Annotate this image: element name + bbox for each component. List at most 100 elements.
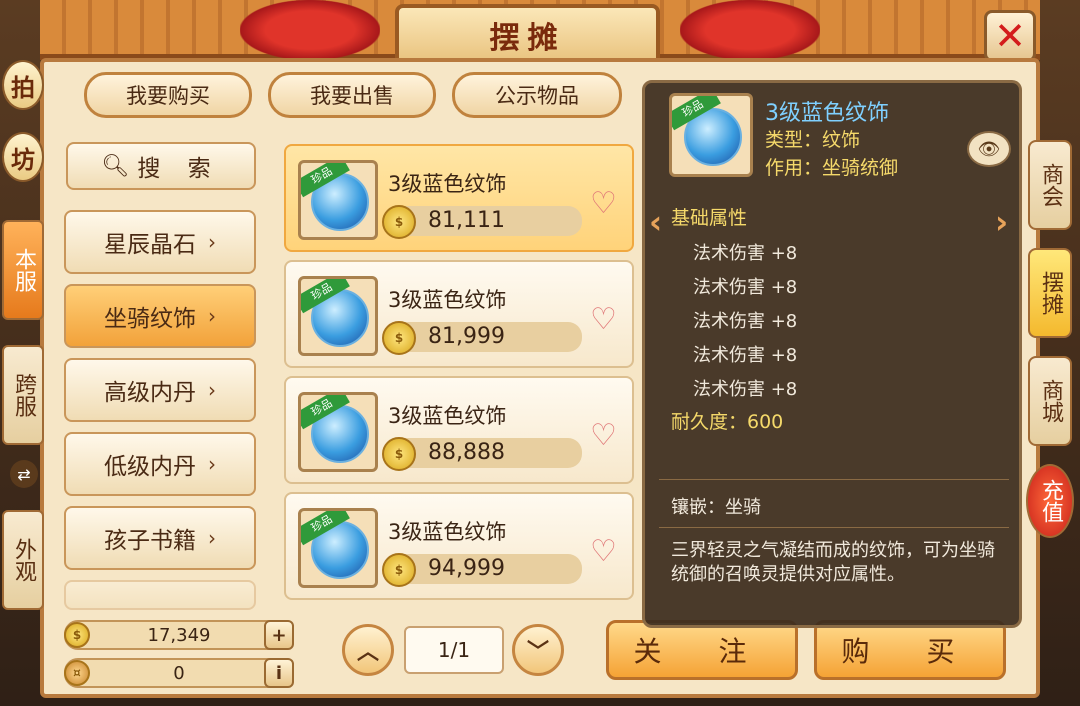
- category-item[interactable]: 孩子书籍 ›: [64, 506, 256, 570]
- tab-sell[interactable]: 我要出售: [268, 72, 436, 118]
- gold-coin-icon: $: [64, 622, 90, 648]
- heart-icon[interactable]: ♡: [590, 302, 617, 337]
- listing-card[interactable]: 珍品 3级蓝色纹饰 $81,999 ♡: [284, 260, 634, 368]
- item-price: 81,999: [428, 324, 505, 349]
- page-indicator: 1/1: [404, 626, 504, 674]
- category-item[interactable]: 低级内丹 ›: [64, 432, 256, 496]
- tab-auction-1[interactable]: 拍: [2, 60, 44, 110]
- tab-guild-shop[interactable]: 商会: [1028, 140, 1072, 230]
- chevron-right-icon[interactable]: ›: [995, 203, 1008, 241]
- close-button[interactable]: ✕: [984, 10, 1036, 62]
- silver-balance: 0: [64, 658, 294, 688]
- ribbon-right-decoration: [680, 0, 820, 60]
- category-label: 高级内丹: [104, 380, 196, 406]
- search-button[interactable]: 🔍︎ 搜 索: [66, 142, 256, 190]
- tab-mall-label: 商城: [1038, 379, 1063, 423]
- base-attributes-heading: 基础属性: [671, 207, 748, 229]
- category-item[interactable]: 星辰晶石 ›: [64, 210, 256, 274]
- chevron-down-icon: ﹀: [526, 640, 549, 665]
- tab-recharge[interactable]: 充值: [1026, 464, 1074, 538]
- divider: [659, 479, 1009, 480]
- attribute-line: 法术伤害 +8: [693, 379, 798, 400]
- chevron-right-icon: ›: [208, 526, 216, 550]
- search-icon: 🔍︎: [101, 153, 130, 179]
- category-item-active[interactable]: 坐骑纹饰 ›: [64, 284, 256, 348]
- attribute-line: 法术伤害 +8: [693, 243, 798, 264]
- chevron-right-icon: ›: [208, 378, 216, 402]
- chevron-up-icon: ︿: [356, 640, 379, 665]
- tab-appearance-label: 外观: [11, 538, 36, 582]
- buy-button[interactable]: 购 买: [814, 620, 1006, 680]
- listing-card[interactable]: 珍品 3级蓝色纹饰 $81,111 ♡: [284, 144, 634, 252]
- tooltip-item-type: 类型：纹饰: [765, 129, 861, 151]
- category-item[interactable]: 高级内丹 ›: [64, 358, 256, 422]
- gold-coin-icon: $: [382, 205, 416, 239]
- search-label: 搜 索: [137, 156, 221, 182]
- category-label: 坐骑纹饰: [104, 306, 196, 332]
- chevron-right-icon: ›: [208, 304, 216, 328]
- page-up-button[interactable]: ︿: [342, 624, 394, 676]
- category-label: 低级内丹: [104, 454, 196, 480]
- heart-icon[interactable]: ♡: [590, 534, 617, 569]
- item-tooltip: 珍品 3级蓝色纹饰 类型：纹饰 作用：坐骑统御 👁︎ ‹ › 基础属性 法术伤害…: [642, 80, 1022, 628]
- price-bar: $81,111: [382, 205, 582, 239]
- gold-balance: 17,349: [64, 620, 294, 650]
- tab-auction-2[interactable]: 坊: [2, 132, 44, 182]
- category-item-partial[interactable]: [64, 580, 256, 610]
- item-icon: 珍品: [298, 160, 378, 240]
- ribbon-left-decoration: [240, 0, 380, 60]
- silver-coin-icon: ¤: [64, 660, 90, 686]
- close-icon: ✕: [994, 14, 1026, 58]
- tab-server-cross[interactable]: 跨服: [2, 345, 44, 445]
- attribute-line: 法术伤害 +8: [693, 345, 798, 366]
- tab-stall[interactable]: 摆摊: [1028, 248, 1072, 338]
- listing-card[interactable]: 珍品 3级蓝色纹饰 $88,888 ♡: [284, 376, 634, 484]
- attribute-line: 法术伤害 +8: [693, 277, 798, 298]
- tab-buy[interactable]: 我要购买: [84, 72, 252, 118]
- item-name: 3级蓝色纹饰: [388, 288, 507, 312]
- item-name: 3级蓝色纹饰: [388, 520, 507, 544]
- gold-coin-icon: $: [382, 321, 416, 355]
- divider: [659, 527, 1009, 528]
- listing-card[interactable]: 珍品 3级蓝色纹饰 $94,999 ♡: [284, 492, 634, 600]
- item-price: 81,111: [428, 208, 505, 233]
- tooltip-item-icon: 珍品: [669, 93, 753, 177]
- page-down-button[interactable]: ﹀: [512, 624, 564, 676]
- tab-appearance[interactable]: 外观: [2, 510, 44, 610]
- item-price: 94,999: [428, 556, 505, 581]
- item-icon: 珍品: [298, 276, 378, 356]
- price-bar: $81,999: [382, 321, 582, 355]
- swap-icon[interactable]: ⇄: [10, 460, 38, 488]
- heart-icon[interactable]: ♡: [590, 418, 617, 453]
- item-name: 3级蓝色纹饰: [388, 404, 507, 428]
- chevron-right-icon: ›: [208, 452, 216, 476]
- item-price: 88,888: [428, 440, 505, 465]
- gold-coin-icon: $: [382, 553, 416, 587]
- tab-public-items[interactable]: 公示物品: [452, 72, 622, 118]
- category-label: 孩子书籍: [104, 528, 196, 554]
- tab-server-local[interactable]: 本服: [2, 220, 44, 320]
- price-bar: $88,888: [382, 437, 582, 471]
- tab-server-cross-label: 跨服: [11, 373, 36, 417]
- silver-amount: 0: [173, 662, 185, 684]
- info-button[interactable]: i: [264, 658, 294, 688]
- eye-icon[interactable]: 👁︎: [967, 131, 1011, 167]
- heart-icon[interactable]: ♡: [590, 186, 617, 221]
- add-gold-button[interactable]: +: [264, 620, 294, 650]
- tooltip-item-name: 3级蓝色纹饰: [765, 101, 889, 126]
- gold-coin-icon: $: [382, 437, 416, 471]
- plus-icon: +: [271, 624, 287, 646]
- attribute-line: 法术伤害 +8: [693, 311, 798, 332]
- item-description: 三界轻灵之气凝结而成的纹饰，可为坐骑统御的召唤灵提供对应属性。: [671, 540, 995, 585]
- info-icon: i: [275, 662, 283, 684]
- gold-amount: 17,349: [147, 624, 211, 646]
- tab-guild-shop-label: 商会: [1038, 163, 1063, 207]
- item-name: 3级蓝色纹饰: [388, 172, 507, 196]
- chevron-left-icon[interactable]: ‹: [649, 203, 662, 241]
- window-title: 摆摊: [395, 4, 660, 66]
- price-bar: $94,999: [382, 553, 582, 587]
- tab-mall[interactable]: 商城: [1028, 356, 1072, 446]
- tab-recharge-label: 充值: [1038, 479, 1063, 523]
- inlay-info: 镶嵌：坐骑: [671, 497, 761, 518]
- follow-button[interactable]: 关 注: [606, 620, 798, 680]
